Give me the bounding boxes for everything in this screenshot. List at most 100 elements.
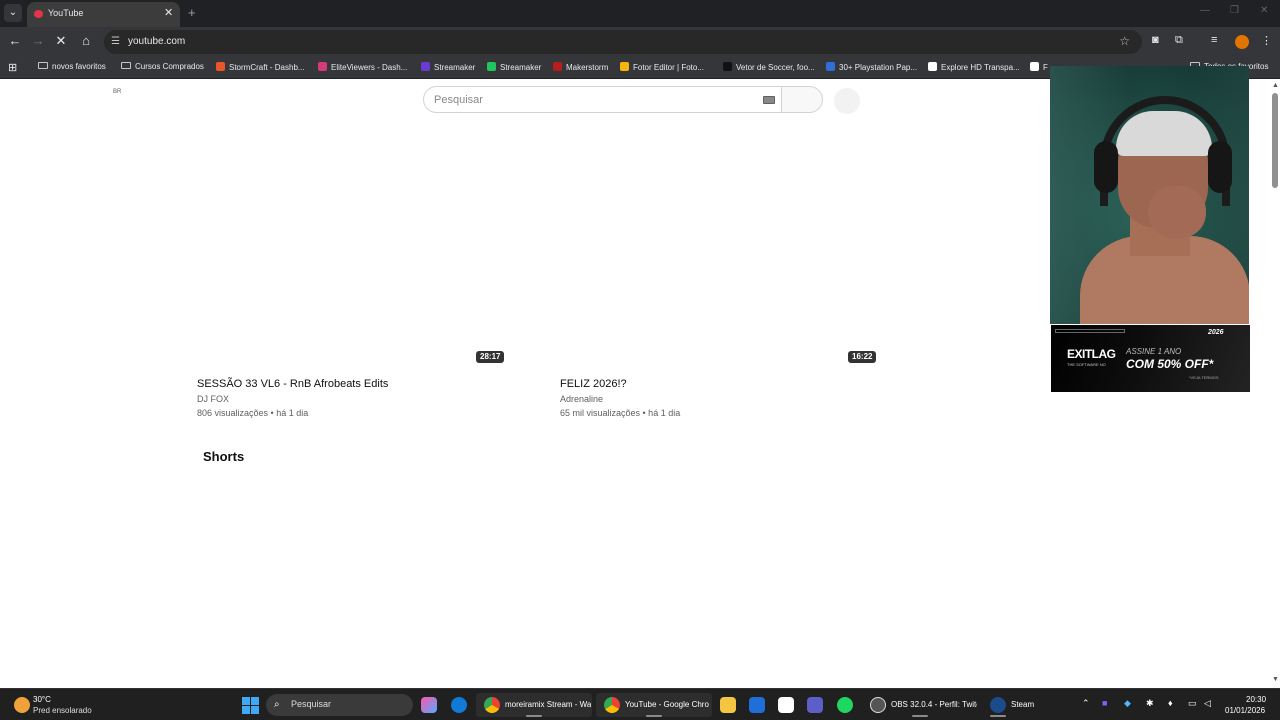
video-title[interactable]: SESSÃO 33 VL6 - RnB Afrobeats Edits: [197, 378, 388, 390]
bookmark-item[interactable]: Vetor de Soccer, foo...: [723, 62, 815, 72]
bookmark-item[interactable]: Streamaker: [487, 62, 541, 72]
scroll-up-icon[interactable]: ▲: [1272, 82, 1279, 89]
weather-description[interactable]: Pred ensolarado: [33, 706, 92, 715]
tray-app-icon[interactable]: ■: [1102, 698, 1107, 708]
stop-loading-icon[interactable]: ✕: [52, 33, 70, 49]
video-thumbnail[interactable]: [560, 140, 879, 368]
taskbar-window-youtube[interactable]: YouTube - Google Chro: [596, 693, 712, 717]
taskbar-window-steam[interactable]: Steam: [982, 693, 1042, 717]
bookmark-item[interactable]: novos favoritos: [38, 62, 106, 71]
site-info-icon[interactable]: ☰: [111, 36, 120, 47]
chrome-icon: [484, 697, 500, 713]
taskbar-window-obs[interactable]: OBS 32.0.4 - Perfil: Twitc: [862, 693, 978, 717]
site-favicon-icon: [553, 62, 562, 71]
clock-time[interactable]: 20:30: [1246, 695, 1266, 704]
bookmark-star-icon[interactable]: ☆: [1119, 34, 1130, 48]
windows-taskbar: 30°C Pred ensolarado ⌕ Pesquisar moreira…: [0, 688, 1280, 720]
bookmark-label: F: [1043, 63, 1048, 72]
video-duration: 28:17: [476, 351, 505, 363]
bookmark-item[interactable]: StormCraft - Dashb...: [216, 62, 305, 72]
new-tab-icon[interactable]: +: [188, 5, 196, 20]
exitlag-ad-banner[interactable]: 2026 EXITLAG THE SOFTWARE NO ASSINE 1 AN…: [1051, 325, 1250, 392]
tab-close-icon[interactable]: ✕: [164, 6, 173, 19]
forward-icon[interactable]: →: [29, 33, 47, 48]
url-text[interactable]: youtube.com: [128, 36, 185, 47]
page-scrollbar[interactable]: ▲ ▼: [1270, 80, 1280, 688]
tray-app-icon[interactable]: ✱: [1146, 698, 1154, 709]
scrollbar-thumb[interactable]: [1272, 93, 1278, 188]
video-channel[interactable]: DJ FOX: [197, 394, 229, 404]
store-icon[interactable]: [778, 697, 794, 713]
weather-temperature[interactable]: 30°C: [33, 695, 51, 704]
network-icon[interactable]: ▭: [1188, 698, 1197, 709]
video-channel[interactable]: Adrenaline: [560, 394, 603, 404]
microphone-icon[interactable]: ♦: [1168, 698, 1173, 708]
menu-icon[interactable]: ⋮: [1261, 34, 1272, 47]
tab-youtube[interactable]: YouTube ✕: [27, 2, 180, 27]
bookmark-item[interactable]: F: [1030, 62, 1048, 72]
video-thumbnail[interactable]: [197, 140, 516, 368]
spotify-icon[interactable]: [837, 697, 853, 713]
weather-icon[interactable]: [14, 697, 30, 713]
back-icon[interactable]: ←: [6, 33, 24, 48]
bookmark-label: Streamaker: [434, 63, 476, 72]
bookmark-label: 30+ Playstation Pap...: [839, 63, 918, 72]
bookmark-label: Cursos Comprados: [135, 62, 204, 71]
bookmark-label: Fotor Editor | Foto...: [633, 63, 704, 72]
site-favicon-icon: [318, 62, 327, 71]
taskbar-window-stream[interactable]: moreiramix Stream - Wa: [476, 693, 592, 717]
browser-tab-strip: ⌄ YouTube ✕ + — ❐ ✕: [0, 0, 1280, 27]
scroll-down-icon[interactable]: ▼: [1272, 676, 1279, 683]
search-box[interactable]: Pesquisar: [423, 86, 783, 113]
ad-line1: ASSINE 1 ANO: [1126, 347, 1182, 356]
extension-icon[interactable]: ◙: [1152, 34, 1159, 46]
steam-icon: [990, 697, 1006, 713]
bookmark-item[interactable]: Fotor Editor | Foto...: [620, 62, 704, 72]
bookmark-item[interactable]: EliteViewers - Dash...: [318, 62, 407, 72]
browser-toolbar: ← → ✕ ⌂ ☰ youtube.com ☆ ◙ ⧉ ≡ ⋮: [0, 27, 1280, 57]
reading-list-icon[interactable]: ≡: [1211, 34, 1217, 46]
bookmark-item[interactable]: 30+ Playstation Pap...: [826, 62, 917, 72]
minimize-icon[interactable]: —: [1200, 5, 1210, 16]
maximize-icon[interactable]: ❐: [1230, 5, 1239, 16]
clock-date[interactable]: 01/01/2026: [1225, 706, 1265, 715]
outlook-icon[interactable]: [749, 697, 765, 713]
search-input[interactable]: Pesquisar: [434, 94, 483, 106]
ad-line2: COM 50% OFF*: [1126, 357, 1214, 371]
volume-icon[interactable]: ◁: [1204, 698, 1211, 709]
edge-icon[interactable]: [451, 697, 467, 713]
copilot-icon[interactable]: [421, 697, 437, 713]
ad-year: 2026: [1208, 329, 1224, 336]
voice-search-button[interactable]: [834, 88, 860, 114]
address-bar[interactable]: ☰ youtube.com ☆: [104, 30, 1142, 54]
site-favicon-icon: [421, 62, 430, 71]
folder-icon: [121, 62, 131, 69]
tab-title: YouTube: [48, 8, 84, 18]
tray-app-icon[interactable]: ◆: [1124, 698, 1131, 709]
file-explorer-icon[interactable]: [720, 697, 736, 713]
search-icon: ⌕: [274, 699, 280, 710]
tray-overflow-icon[interactable]: ⌃: [1082, 698, 1090, 709]
close-window-icon[interactable]: ✕: [1260, 5, 1268, 16]
teams-icon[interactable]: [807, 697, 823, 713]
start-icon[interactable]: [242, 697, 259, 714]
taskbar-window-label: moreiramix Stream - Wa: [505, 700, 591, 709]
tab-search-icon[interactable]: ⌄: [4, 4, 22, 22]
apps-grid-icon[interactable]: ⊞: [8, 61, 17, 74]
site-favicon-icon: [487, 62, 496, 71]
taskbar-window-label: Steam: [1011, 700, 1035, 709]
extensions-puzzle-icon[interactable]: ⧉: [1175, 34, 1183, 47]
bookmark-item[interactable]: Cursos Comprados: [121, 62, 204, 71]
search-button[interactable]: [781, 86, 823, 113]
profile-avatar[interactable]: [1235, 35, 1249, 49]
bookmark-item[interactable]: Explore HD Transpa...: [928, 62, 1020, 72]
keyboard-icon[interactable]: [763, 96, 775, 104]
video-title[interactable]: FELIZ 2026!?: [560, 378, 627, 390]
bookmark-item[interactable]: Makerstorm: [553, 62, 608, 72]
video-meta: 65 mil visualizações • há 1 dia: [560, 408, 681, 418]
video-meta: 806 visualizações • há 1 dia: [197, 408, 309, 418]
site-favicon-icon: [826, 62, 835, 71]
taskbar-search[interactable]: ⌕ Pesquisar: [266, 694, 413, 716]
bookmark-item[interactable]: Streamaker: [421, 62, 475, 72]
home-icon[interactable]: ⌂: [77, 33, 95, 48]
